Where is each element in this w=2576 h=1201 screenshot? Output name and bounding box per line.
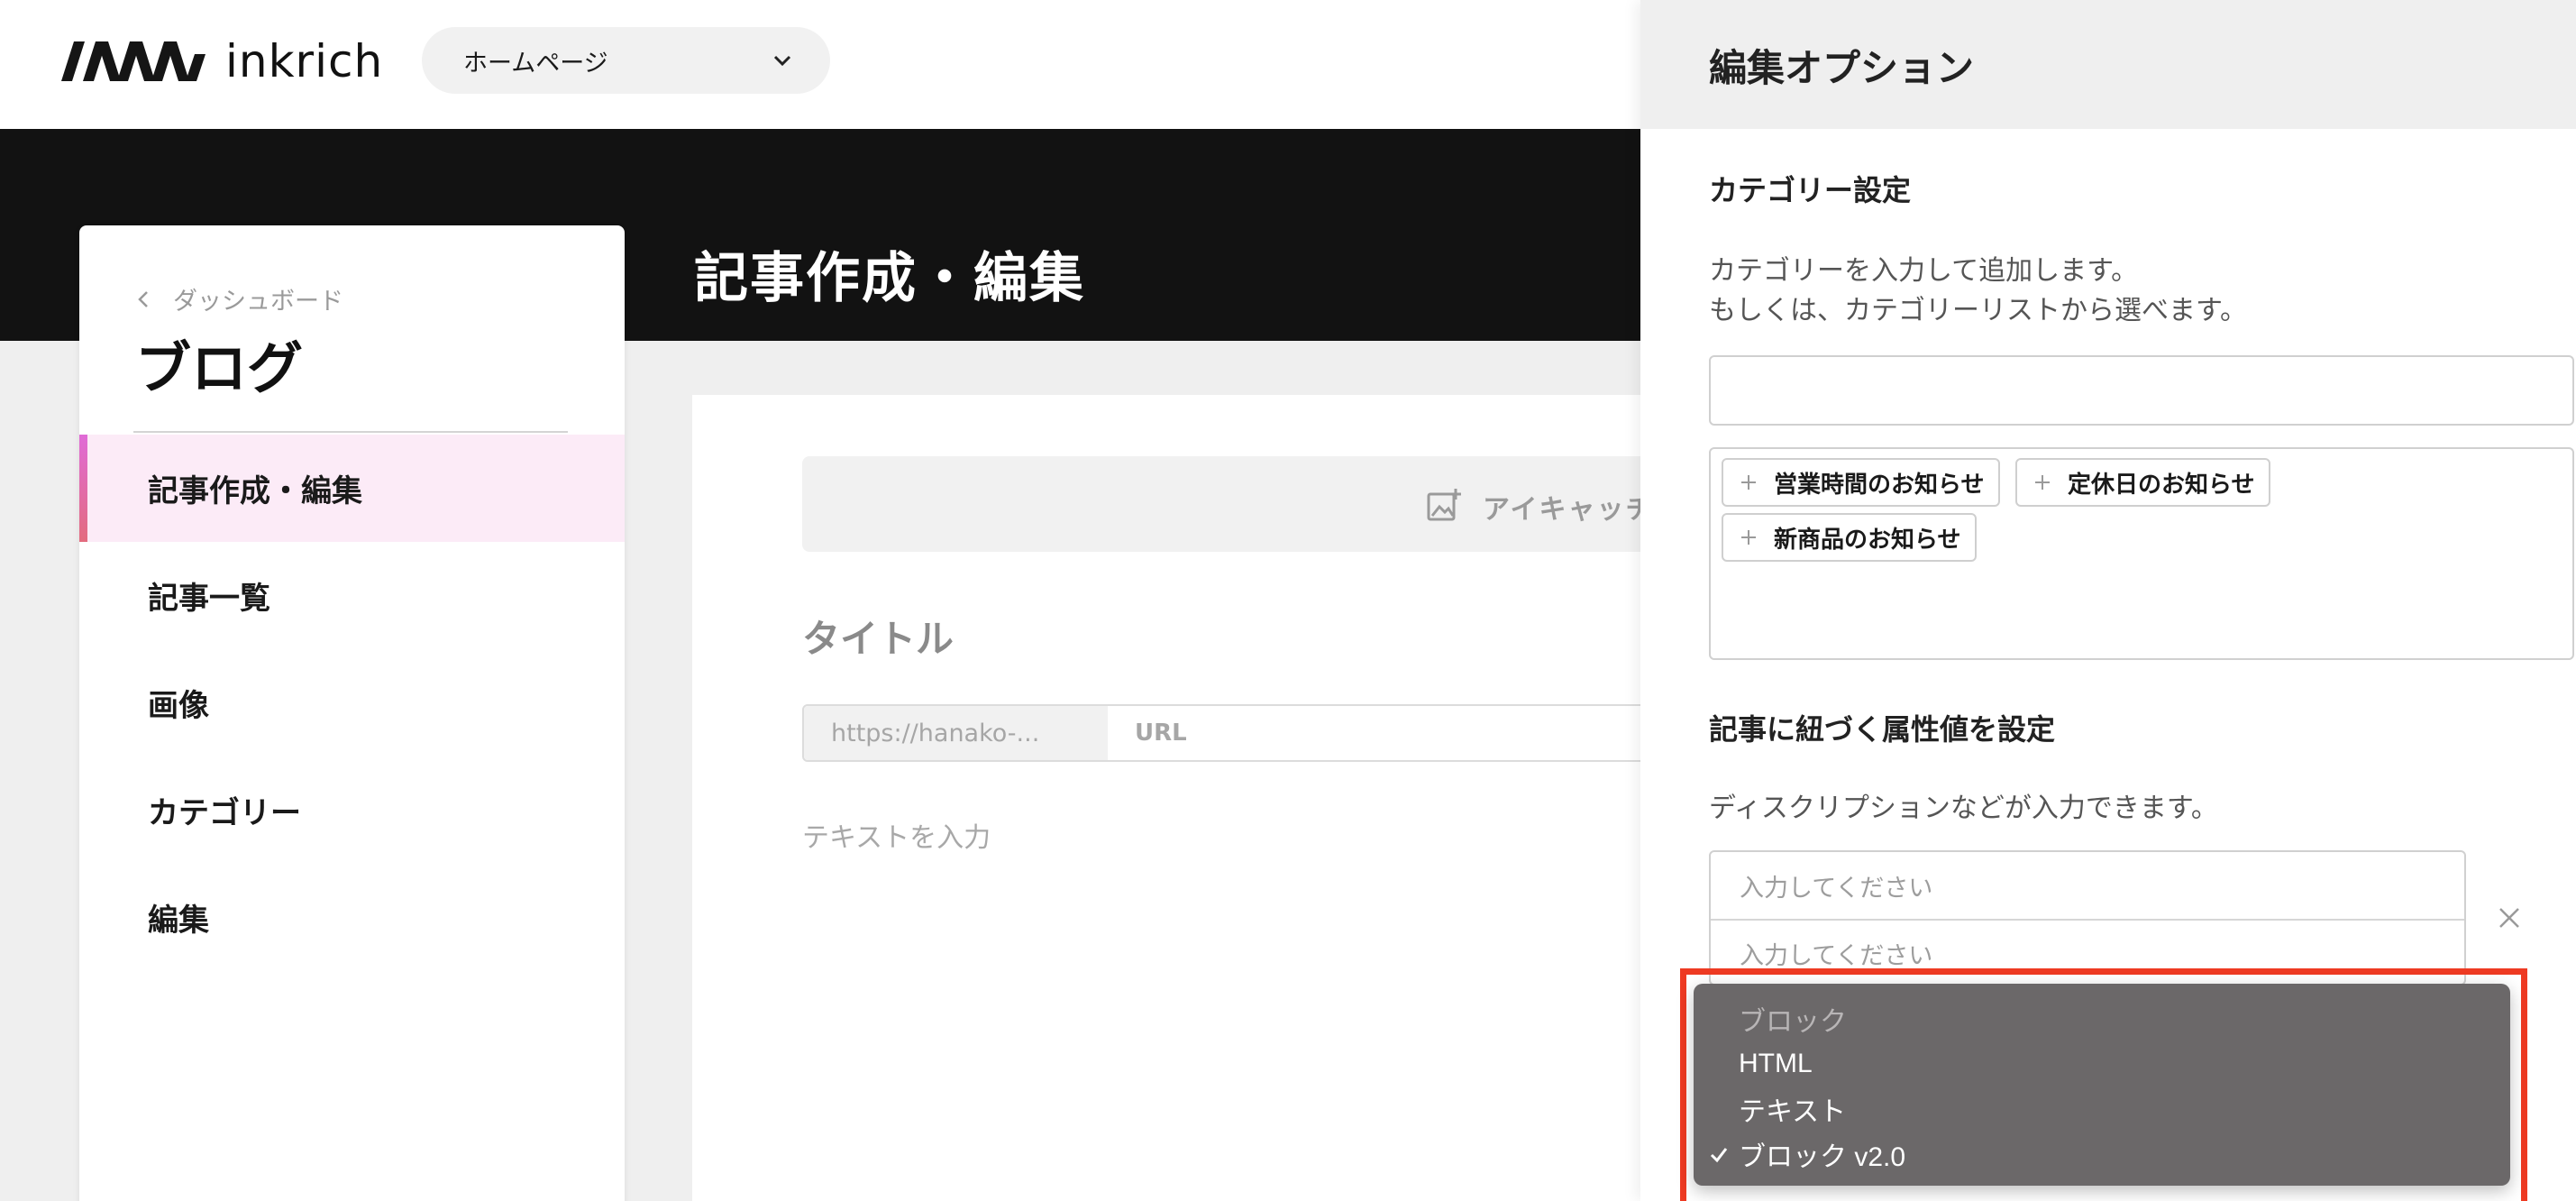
sidebar-item-images[interactable]: 画像	[79, 649, 625, 756]
close-icon[interactable]	[2495, 903, 2524, 932]
sidebar-item-label: カテゴリー	[148, 795, 301, 831]
dropdown-option-html[interactable]: HTML	[1694, 1041, 2510, 1086]
block-type-dropdown: ブロック HTML テキスト ブロック v2.0	[1694, 984, 2510, 1186]
attributes-section-title: 記事に紐づく属性値を設定	[1709, 712, 2056, 747]
category-input[interactable]	[1709, 355, 2574, 426]
plus-icon	[2035, 475, 2050, 490]
plus-icon	[1741, 530, 1756, 545]
sidebar-title: ブログ	[135, 335, 304, 401]
sidebar: ダッシュボード ブログ 記事作成・編集 記事一覧 画像 カテゴリー 編集	[79, 225, 625, 1201]
category-chip[interactable]: 営業時間のお知らせ	[1722, 458, 2001, 507]
category-chip-label: 営業時間のお知らせ	[1774, 471, 1985, 499]
dropdown-option-block: ブロック	[1694, 996, 2510, 1041]
dropdown-option-text[interactable]: テキスト	[1694, 1086, 2510, 1132]
dropdown-option-label: HTML	[1739, 1049, 1813, 1078]
sidebar-item-categories[interactable]: カテゴリー	[79, 756, 625, 864]
sidebar-item-label: 記事作成・編集	[148, 473, 362, 509]
panel-title: 編集オプション	[1709, 46, 1975, 90]
attribute-row-group: 入力してください 入力してください	[1709, 850, 2466, 986]
category-chip-label: 定休日のお知らせ	[2068, 471, 2255, 499]
inkrich-logo-mark	[61, 41, 206, 81]
top-bar: inkrich ホームページ	[0, 0, 1640, 129]
dropdown-option-label: ブロック	[1739, 1007, 1847, 1037]
sidebar-item-label: 画像	[148, 688, 209, 724]
dropdown-option-label: ブロック v2.0	[1739, 1142, 1906, 1172]
chevron-down-icon	[773, 55, 791, 67]
title-input[interactable]: タイトル	[802, 609, 954, 664]
category-help-line-1: カテゴリーを入力して追加します。	[1709, 255, 2139, 287]
dropdown-option-block-v2[interactable]: ブロック v2.0	[1694, 1132, 2510, 1177]
back-link-label: ダッシュボード	[173, 288, 343, 316]
attribute-key-input[interactable]: 入力してください	[1711, 852, 2464, 919]
url-prefix: https://hanako-...	[804, 706, 1108, 760]
sidebar-divider	[133, 431, 568, 433]
category-chip-label: 新商品のお知らせ	[1774, 526, 1961, 554]
category-help-line-2: もしくは、カテゴリーリストから選べます。	[1709, 295, 2247, 326]
sidebar-item-label: 編集	[148, 903, 209, 939]
attributes-help: ディスクリプションなどが入力できます。	[1709, 793, 2218, 824]
dropdown-option-label: テキスト	[1739, 1097, 1847, 1127]
site-selector[interactable]: ホームページ	[422, 27, 830, 94]
logo-text: inkrich	[225, 35, 384, 87]
add-image-icon	[1427, 489, 1461, 521]
eyecatch-label: アイキャッチ	[1483, 494, 1655, 526]
category-chip[interactable]: 定休日のお知らせ	[2015, 458, 2271, 507]
sidebar-item-edit[interactable]: 編集	[79, 864, 625, 971]
category-section-title: カテゴリー設定	[1709, 173, 1912, 207]
checkmark-icon	[1710, 1148, 1728, 1163]
body-text-input[interactable]: テキストを入力	[802, 815, 991, 855]
url-input[interactable]: URL	[1108, 706, 1666, 760]
chevron-left-icon	[138, 290, 148, 307]
page-title: 記事作成・編集	[694, 247, 1085, 310]
category-chip[interactable]: 新商品のお知らせ	[1722, 513, 1978, 562]
sidebar-nav: 記事作成・編集 記事一覧 画像 カテゴリー 編集	[79, 435, 625, 971]
category-list: 営業時間のお知らせ 定休日のお知らせ 新商品のお知らせ	[1709, 447, 2574, 660]
sidebar-item-article-list[interactable]: 記事一覧	[79, 542, 625, 649]
url-field: https://hanako-... URL	[802, 704, 1667, 762]
panel-header: 編集オプション	[1640, 0, 2576, 129]
sidebar-item-label: 記事一覧	[148, 581, 270, 617]
plus-icon	[1741, 475, 1756, 490]
sidebar-item-create-edit[interactable]: 記事作成・編集	[79, 435, 625, 542]
site-selector-value: ホームページ	[463, 49, 608, 78]
back-to-dashboard-link[interactable]: ダッシュボード	[137, 281, 343, 316]
logo[interactable]: inkrich	[61, 35, 384, 87]
